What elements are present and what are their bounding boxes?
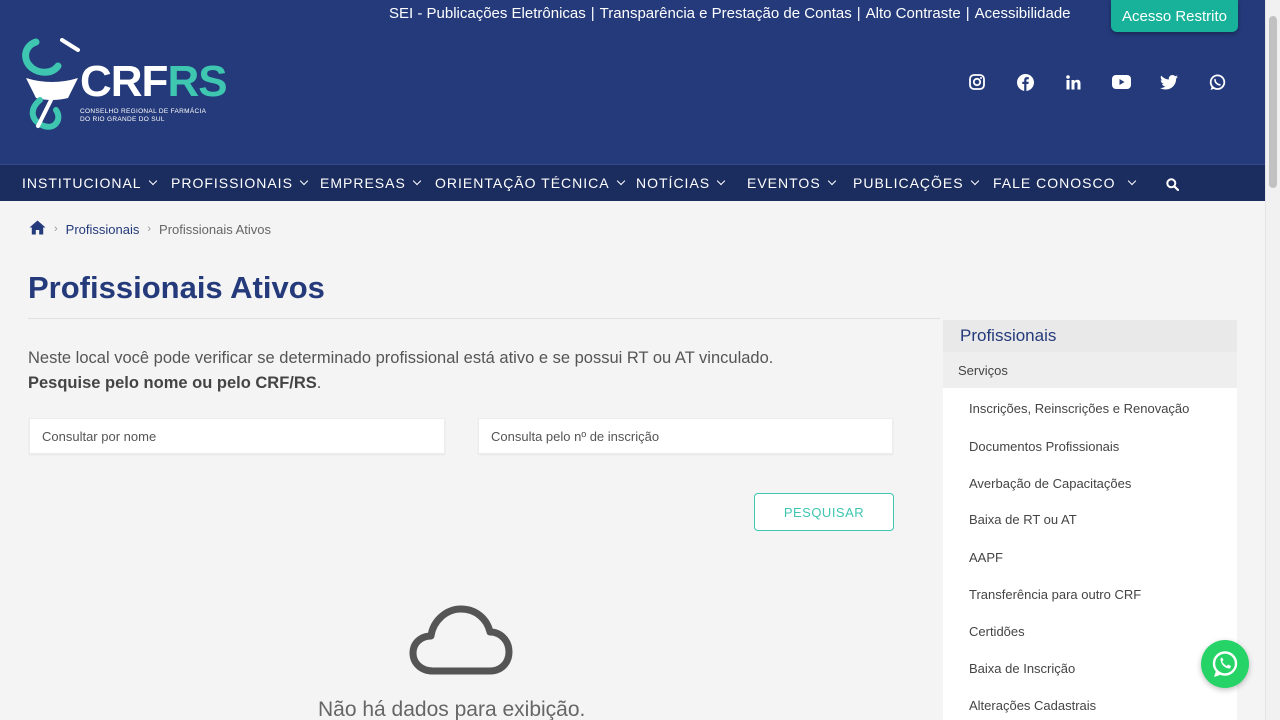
logo-subtitle-2: DO RIO GRANDE DO SUL [80, 116, 165, 123]
sidebar-item-inscricoes[interactable]: Inscrições, Reinscrições e Renovação [969, 401, 1189, 416]
top-link-sei[interactable]: SEI - Publicações Eletrônicas [389, 5, 586, 22]
nav-item-noticias[interactable]: NOTÍCIAS [636, 165, 726, 201]
nav-item-fale-conosco[interactable]: FALE CONOSCO [993, 165, 1137, 201]
main-nav: INSTITUCIONAL PROFISSIONAIS EMPRESAS ORI… [0, 164, 1265, 201]
home-icon[interactable] [29, 220, 46, 238]
sidebar-item-baixa-rt-at[interactable]: Baixa de RT ou AT [969, 512, 1077, 527]
logo-subtitle-1: CONSELHO REGIONAL DE FARMÁCIA [80, 108, 207, 115]
nav-item-publicacoes[interactable]: PUBLICAÇÕES [853, 165, 979, 201]
intro-text: Neste local você pode verificar se deter… [28, 349, 774, 392]
youtube-icon[interactable] [1109, 70, 1133, 94]
breadcrumb-profissionais[interactable]: Profissionais [66, 222, 140, 237]
chevron-down-icon [616, 176, 625, 186]
nav-item-orientacao-tecnica[interactable]: ORIENTAÇÃO TÉCNICA [435, 165, 625, 201]
title-divider [28, 318, 940, 319]
breadcrumb-current: Profissionais Ativos [159, 221, 272, 237]
whatsapp-icon[interactable] [1205, 70, 1229, 94]
twitter-icon[interactable] [1157, 70, 1181, 94]
sidebar-item-alteracoes[interactable]: Alterações Cadastrais [969, 698, 1096, 713]
logo-crf-text: CRF [80, 57, 168, 106]
page-title: Profissionais Ativos [28, 270, 325, 305]
sidebar-item-documentos[interactable]: Documentos Profissionais [969, 439, 1119, 454]
sidebar: Profissionais Serviços Inscrições, Reins… [943, 320, 1237, 720]
linkedin-icon[interactable] [1061, 70, 1085, 94]
sidebar-title: Profissionais [943, 320, 1237, 352]
registration-number-input[interactable] [478, 418, 893, 454]
nav-item-profissionais[interactable]: PROFISSIONAIS [171, 165, 309, 201]
chevron-down-icon [148, 176, 157, 186]
breadcrumb: › Profissionais › Profissionais Ativos [29, 220, 271, 238]
top-links: SEI - Publicações Eletrônicas | Transparên… [389, 5, 1071, 22]
empty-state-text: Não há dados para exibição. [318, 698, 586, 720]
cloud-icon [409, 605, 513, 682]
whatsapp-float-button[interactable] [1201, 640, 1249, 688]
sidebar-item-baixa-inscricao[interactable]: Baixa de Inscrição [969, 661, 1075, 676]
top-link-acessibilidade[interactable]: Acessibilidade [975, 5, 1071, 22]
page-scrollbar[interactable] [1265, 0, 1280, 720]
chevron-down-icon [1128, 176, 1137, 186]
site-header: SEI - Publicações Eletrônicas | Transparên… [0, 0, 1265, 164]
nav-item-eventos[interactable]: EVENTOS [747, 165, 836, 201]
social-links [965, 70, 1229, 94]
top-link-alto-contraste[interactable]: Alto Contraste [866, 5, 961, 22]
sidebar-item-certidoes[interactable]: Certidões [969, 624, 1025, 639]
chevron-down-icon [299, 176, 309, 186]
chevron-down-icon [716, 176, 726, 186]
chevron-down-icon [412, 176, 422, 186]
acesso-restrito-button[interactable]: Acesso Restrito [1111, 0, 1238, 32]
chevron-down-icon [970, 176, 979, 186]
caduceus-logo-icon [22, 38, 80, 130]
search-icon[interactable] [1166, 178, 1180, 196]
sidebar-section-servicos: Serviços [943, 352, 1237, 388]
facebook-icon[interactable] [1013, 70, 1037, 94]
nav-item-empresas[interactable]: EMPRESAS [320, 165, 422, 201]
pesquisar-button[interactable]: PESQUISAR [754, 493, 894, 531]
instagram-icon[interactable] [965, 70, 989, 94]
top-link-transparencia[interactable]: Transparência e Prestação de Contas [600, 5, 852, 22]
sidebar-item-transferencia[interactable]: Transferência para outro CRF [969, 587, 1141, 602]
name-search-input[interactable] [29, 418, 445, 454]
site-logo[interactable]: CRFRS CONSELHO REGIONAL DE FARMÁCIA DO R… [22, 38, 237, 130]
logo-rs-text: RS [167, 57, 227, 106]
chevron-down-icon [827, 176, 836, 186]
whatsapp-icon [1212, 651, 1238, 677]
sidebar-item-averbacao[interactable]: Averbação de Capacitações [969, 476, 1131, 491]
scrollbar-thumb[interactable] [1269, 16, 1277, 188]
sidebar-item-aapf[interactable]: AAPF [969, 550, 1003, 565]
nav-item-institucional[interactable]: INSTITUCIONAL [22, 165, 157, 201]
